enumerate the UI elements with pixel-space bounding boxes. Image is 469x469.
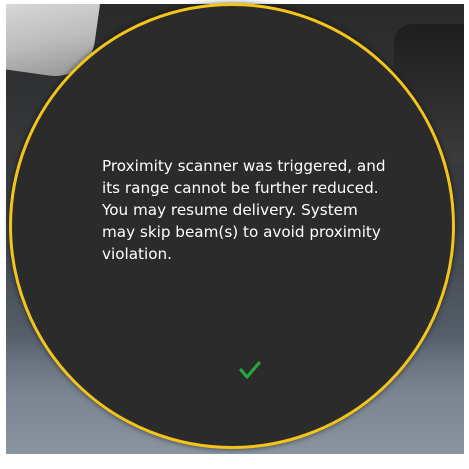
checkmark-icon: [239, 361, 261, 379]
confirm-button[interactable]: [238, 359, 262, 381]
dialog-message: Proximity scanner was triggered, and its…: [102, 157, 386, 263]
proximity-warning-dialog: Proximity scanner was triggered, and its…: [9, 3, 455, 449]
proximity-warning-screen: Proximity scanner was triggered, and its…: [0, 0, 469, 469]
